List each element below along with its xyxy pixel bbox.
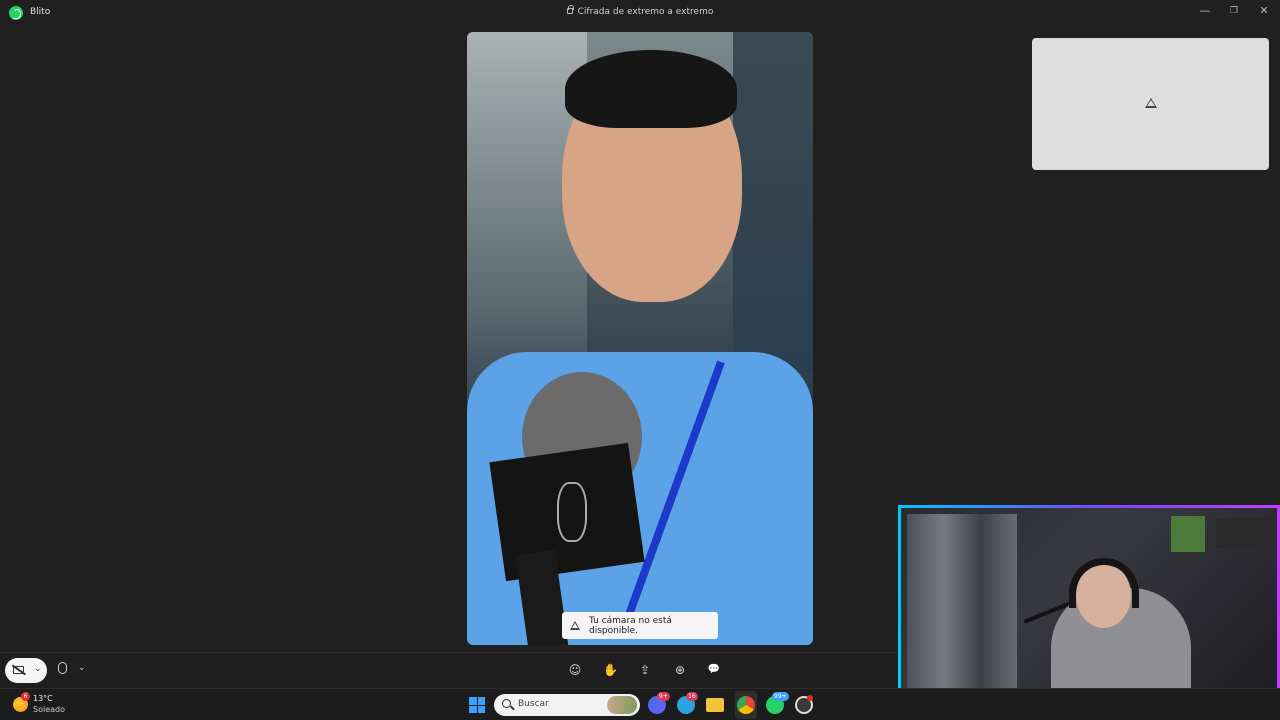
warning-icon [1145,98,1157,108]
telegram-badge: 16 [686,692,698,701]
search-icon [502,699,511,708]
encryption-title: Cifrada de extremo a extremo [0,5,1280,17]
share-screen-icon[interactable]: ⇪ [638,663,652,677]
weather-condition[interactable]: Soleado [33,705,65,714]
microphone-logo [557,482,587,542]
camera-off-icon [13,666,24,674]
chevron-down-icon[interactable]: ⌄ [34,664,42,674]
warning-icon [570,621,580,630]
discord-badge: 9+ [657,692,670,701]
chat-icon[interactable]: 💬 [707,663,721,677]
camera-unavailable-toast: Tu cámara no está disponible. [562,612,718,639]
title-bar: Blito Cifrada de extremo a extremo — ❐ ✕ [0,0,1280,27]
remote-video [467,32,813,645]
emoji-icon[interactable]: ☺ [568,663,582,677]
chrome-icon[interactable] [737,696,755,714]
curtain [907,514,1017,714]
headset [1069,558,1139,608]
search-highlight-image [607,696,637,714]
taskbar: 6 13°C Soleado Buscar 9+ 16 99+ [0,688,1280,720]
person-hair [565,50,737,128]
wall-shelf [1216,518,1276,548]
taskbar-search[interactable]: Buscar [494,694,640,716]
start-button[interactable] [469,697,485,713]
toast-text: Tu cámara no está disponible. [589,615,672,636]
whatsapp-badge: 99+ [772,692,789,701]
microphone-icon[interactable] [58,662,67,674]
self-view-tile[interactable] [1032,38,1269,170]
chevron-down-icon[interactable]: ⌄ [78,663,86,673]
close-button[interactable]: ✕ [1257,4,1271,18]
add-participant-icon[interactable]: ⊕ [673,663,687,677]
file-explorer-icon[interactable] [706,698,724,712]
temperature[interactable]: 13°C [33,694,53,703]
wall-poster [1171,516,1205,552]
minimize-button[interactable]: — [1198,4,1212,18]
restore-button[interactable]: ❐ [1227,4,1241,18]
raise-hand-icon[interactable]: ✋ [603,663,618,677]
video-background-right [733,32,813,372]
encryption-label: Cifrada de extremo a extremo [577,7,714,17]
camera-toggle-button[interactable]: ⌄ [5,658,47,683]
search-placeholder: Buscar [518,699,549,709]
recording-dot [807,695,813,701]
weather-badge: 6 [21,692,30,701]
lock-icon [566,5,574,14]
